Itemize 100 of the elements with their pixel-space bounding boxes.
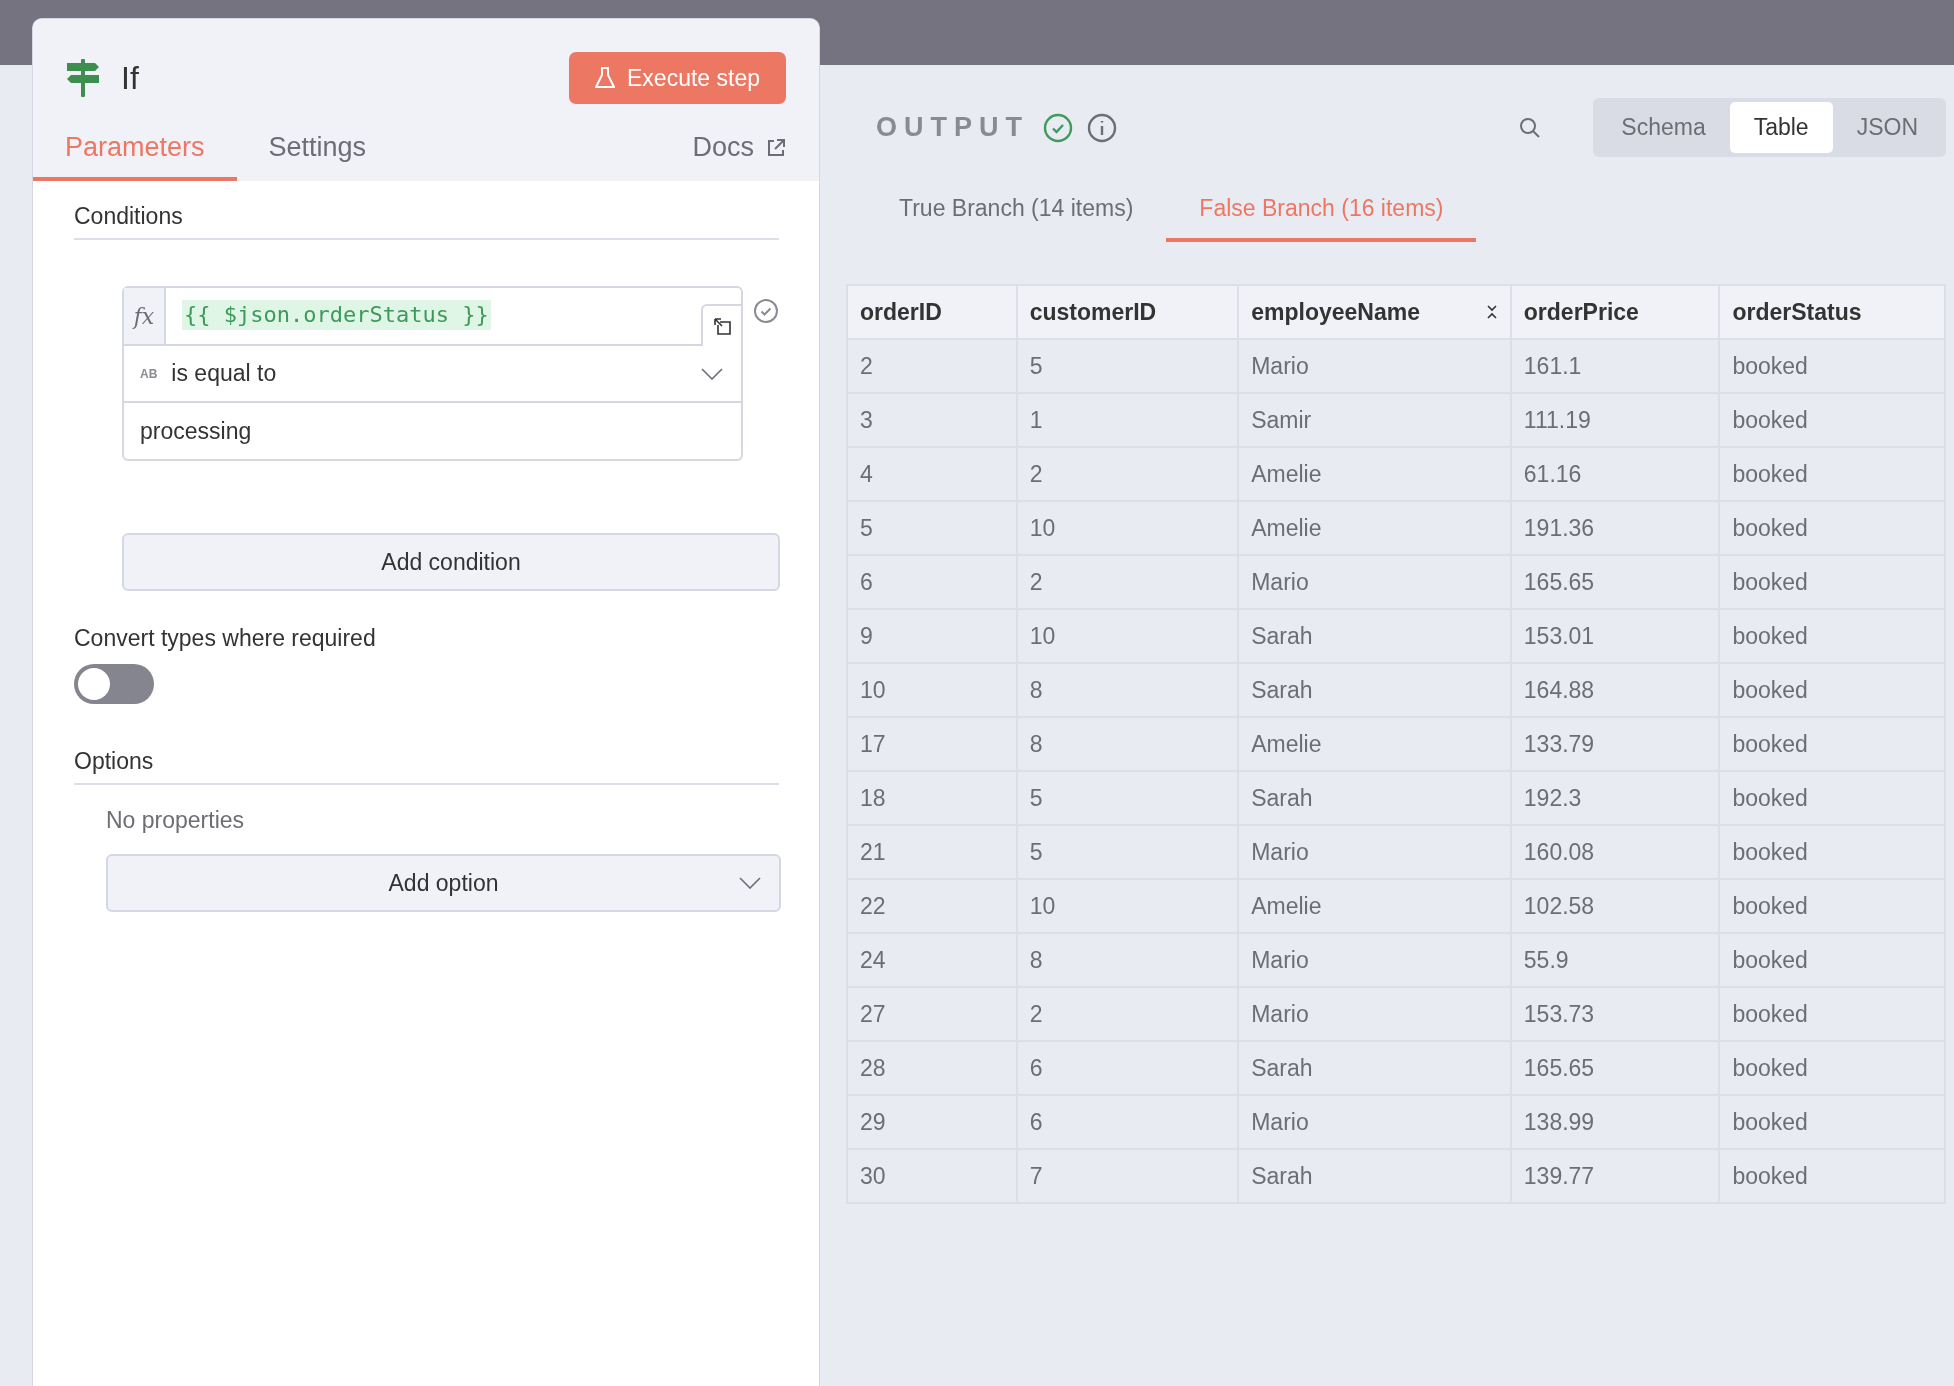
view-tab[interactable]: JSON: [1832, 102, 1942, 153]
table-cell: 27: [847, 987, 1017, 1041]
table-cell: Sarah: [1238, 771, 1511, 825]
add-condition-button[interactable]: Add condition: [122, 533, 780, 591]
operator-select[interactable]: AB is equal to: [124, 346, 742, 403]
table-cell: 3: [847, 393, 1017, 447]
table-cell: Mario: [1238, 1095, 1511, 1149]
table-cell: booked: [1719, 1095, 1945, 1149]
expression-label: fx: [124, 288, 166, 344]
view-tab[interactable]: Schema: [1597, 102, 1730, 153]
table-cell: 192.3: [1510, 771, 1720, 825]
table-cell: Sarah: [1238, 1149, 1511, 1203]
value-field[interactable]: processing: [124, 403, 742, 459]
table-cell: 191.36: [1510, 501, 1720, 555]
table-cell: Mario: [1238, 825, 1511, 879]
branch-tab[interactable]: False Branch (16 items): [1166, 183, 1477, 242]
execute-step-button[interactable]: Execute step: [569, 52, 786, 104]
table-cell: 10: [1016, 879, 1239, 933]
flask-icon: [595, 67, 616, 89]
table-cell: 55.9: [1510, 933, 1720, 987]
table-cell: Sarah: [1238, 609, 1511, 663]
table-cell: Amelie: [1238, 501, 1511, 555]
chevron-down-icon: [739, 877, 761, 889]
table-cell: 18: [847, 771, 1017, 825]
table-cell: Amelie: [1238, 447, 1511, 501]
check-circle-icon: [753, 298, 779, 324]
table-cell: 8: [1016, 717, 1239, 771]
docs-link[interactable]: Docs: [692, 132, 786, 181]
table-cell: Mario: [1238, 339, 1511, 393]
table-cell: 133.79: [1510, 717, 1720, 771]
table-cell: booked: [1719, 879, 1945, 933]
toggle-label: Convert types where required: [74, 625, 376, 651]
table-cell: 17: [847, 717, 1017, 771]
table-cell: booked: [1719, 555, 1945, 609]
table-cell: 10: [1016, 501, 1239, 555]
table-cell: 153.73: [1510, 987, 1720, 1041]
table-cell: 29: [847, 1095, 1017, 1149]
panel-tab[interactable]: Parameters: [33, 122, 237, 181]
table-cell: 138.99: [1510, 1095, 1720, 1149]
table-cell: 28: [847, 1041, 1017, 1095]
table-cell: booked: [1719, 447, 1945, 501]
table-cell: 5: [1016, 771, 1239, 825]
signpost-icon: [65, 59, 101, 97]
chevron-down-icon: [701, 367, 724, 380]
table-cell: booked: [1719, 933, 1945, 987]
table-cell: 24: [847, 933, 1017, 987]
column-header: customerID: [1016, 285, 1239, 339]
table-cell: 2: [1016, 555, 1239, 609]
table-cell: booked: [1719, 771, 1945, 825]
table-cell: 7: [1016, 1149, 1239, 1203]
table-cell: 6: [1016, 1095, 1239, 1149]
table-cell: 139.77: [1510, 1149, 1720, 1203]
section-heading: Options: [74, 748, 779, 785]
table-cell: Samir: [1238, 393, 1511, 447]
table-cell: 2: [847, 339, 1017, 393]
table-cell: Amelie: [1238, 717, 1511, 771]
expand-button[interactable]: [701, 304, 744, 346]
column-header-text: employeeName: [1251, 298, 1420, 326]
table-cell: booked: [1719, 717, 1945, 771]
table-cell: Mario: [1238, 987, 1511, 1041]
table-cell: 2: [1016, 447, 1239, 501]
panel-tab[interactable]: Settings: [236, 122, 399, 181]
table-cell: 8: [1016, 933, 1239, 987]
table-cell: booked: [1719, 663, 1945, 717]
table-cell: 165.65: [1510, 1041, 1720, 1095]
output-title: OUTPUT: [876, 112, 1029, 143]
table-cell: 5: [847, 501, 1017, 555]
table-cell: Sarah: [1238, 1041, 1511, 1095]
expression-value[interactable]: {{ $json.orderStatus }}: [182, 300, 491, 330]
table-cell: booked: [1719, 393, 1945, 447]
add-option-button[interactable]: Add option: [106, 854, 781, 912]
section-heading: Conditions: [74, 203, 779, 240]
column-header: orderStatus: [1719, 285, 1945, 339]
branch-tab[interactable]: True Branch (14 items): [866, 183, 1167, 242]
toggle-switch[interactable]: [74, 664, 154, 704]
info-icon[interactable]: [1087, 112, 1117, 143]
table-cell: 6: [1016, 1041, 1239, 1095]
external-link-icon: [766, 137, 786, 158]
table-cell: 8: [1016, 663, 1239, 717]
table-cell: 10: [1016, 609, 1239, 663]
table-cell: booked: [1719, 825, 1945, 879]
table-cell: 30: [847, 1149, 1017, 1203]
table-cell: 5: [1016, 825, 1239, 879]
table-cell: 9: [847, 609, 1017, 663]
table-cell: 21: [847, 825, 1017, 879]
table-cell: 164.88: [1510, 663, 1720, 717]
search-icon[interactable]: [1519, 116, 1542, 139]
table-cell: 1: [1016, 393, 1239, 447]
table-cell: Mario: [1238, 933, 1511, 987]
table-cell: booked: [1719, 1041, 1945, 1095]
type-label: AB: [140, 366, 158, 381]
view-tab[interactable]: Table: [1729, 102, 1833, 153]
collapse-icon[interactable]: [1485, 304, 1498, 320]
table-cell: 102.58: [1510, 879, 1720, 933]
table-cell: Sarah: [1238, 663, 1511, 717]
column-header: orderID: [847, 285, 1017, 339]
table-cell: 153.01: [1510, 609, 1720, 663]
table-cell: 10: [847, 663, 1017, 717]
table-cell: booked: [1719, 1149, 1945, 1203]
node-title: If: [121, 59, 139, 97]
